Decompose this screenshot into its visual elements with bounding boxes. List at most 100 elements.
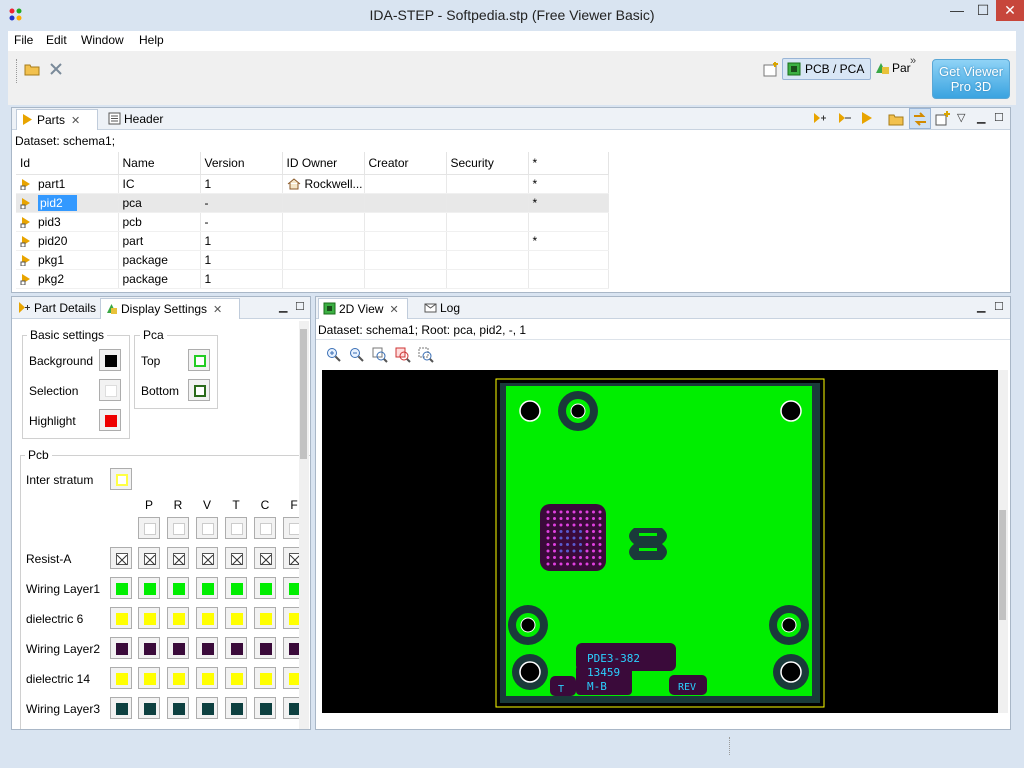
- expand-icon[interactable]: [812, 111, 826, 125]
- pcb-layer-toggle[interactable]: [138, 547, 160, 569]
- pcb-layer-toggle[interactable]: [254, 517, 276, 539]
- pcb-layer-toggle[interactable]: [196, 667, 218, 689]
- pcb-layer-toggle[interactable]: [167, 667, 189, 689]
- pcb-layer-toggle[interactable]: [196, 577, 218, 599]
- tab-header[interactable]: Header: [104, 109, 180, 130]
- close-button[interactable]: ✕: [996, 0, 1024, 21]
- pcb-layer-toggle[interactable]: [254, 697, 276, 719]
- zoom-window-icon[interactable]: [418, 347, 434, 363]
- pcb-layer-toggle[interactable]: [225, 697, 247, 719]
- pcb-layer-toggle[interactable]: [196, 697, 218, 719]
- tab-2d-view-close-icon[interactable]: ✕: [389, 304, 398, 316]
- pcb-layer-color-button[interactable]: [110, 577, 132, 599]
- pcb-layer-toggle[interactable]: [196, 607, 218, 629]
- menu-edit[interactable]: Edit: [46, 33, 67, 47]
- pcb-layer-color-button[interactable]: [110, 547, 132, 569]
- settings-scroll-thumb[interactable]: [300, 329, 307, 459]
- highlight-color-button[interactable]: [99, 409, 121, 431]
- view-scroll-thumb[interactable]: [999, 510, 1006, 620]
- open-perspective-icon[interactable]: [763, 62, 779, 78]
- pcb-layer-toggle[interactable]: [254, 667, 276, 689]
- pcb-layer-color-button[interactable]: [110, 637, 132, 659]
- pcb-layer-toggle[interactable]: [167, 697, 189, 719]
- pcb-layer-color-button[interactable]: [110, 667, 132, 689]
- col-star[interactable]: *: [528, 152, 609, 175]
- minimize-view-icon[interactable]: ▁: [977, 111, 985, 124]
- background-color-button[interactable]: [99, 349, 121, 371]
- col-creator[interactable]: Creator: [364, 152, 447, 175]
- tab-parts-close-icon[interactable]: ✕: [71, 115, 80, 127]
- more-perspectives-button[interactable]: »: [910, 55, 916, 67]
- col-security[interactable]: Security: [446, 152, 529, 175]
- close-file-icon[interactable]: [48, 61, 64, 77]
- pcb-layer-toggle[interactable]: [196, 637, 218, 659]
- inter-stratum-color-button[interactable]: [110, 468, 132, 490]
- pcb-layer-toggle[interactable]: [138, 637, 160, 659]
- new-window-icon[interactable]: [935, 111, 950, 126]
- pcb-layer-toggle[interactable]: [225, 577, 247, 599]
- pcb-layer-toggle[interactable]: [167, 637, 189, 659]
- zoom-in-icon[interactable]: [326, 347, 342, 363]
- table-row[interactable]: part1 IC 1 Rockwell... *: [16, 174, 609, 194]
- table-row[interactable]: pkg2 package 1: [16, 269, 609, 289]
- tab-2d-view[interactable]: 2D View ✕: [318, 298, 408, 319]
- pcb-2d-canvas[interactable]: PDE3-382 13459 M-B REV T: [322, 370, 998, 713]
- menu-file[interactable]: File: [14, 33, 33, 47]
- pcb-layer-toggle[interactable]: [225, 637, 247, 659]
- table-row[interactable]: pid3 pcb -: [16, 212, 609, 232]
- toolbar-grip[interactable]: [16, 59, 18, 83]
- expand-all-icon[interactable]: [837, 111, 851, 125]
- tab-display-settings[interactable]: Display Settings ✕: [100, 298, 240, 319]
- col-name[interactable]: Name: [118, 152, 201, 175]
- minimize-view-icon[interactable]: ▁: [977, 300, 985, 313]
- pcb-layer-toggle[interactable]: [254, 547, 276, 569]
- menu-window[interactable]: Window: [81, 33, 124, 47]
- minimize-view-icon[interactable]: ▁: [279, 300, 287, 313]
- pcb-layer-toggle[interactable]: [167, 607, 189, 629]
- view-scrollbar[interactable]: [998, 370, 1008, 713]
- pcb-layer-color-button[interactable]: [110, 697, 132, 719]
- pcb-layer-toggle[interactable]: [138, 697, 160, 719]
- play-icon[interactable]: [860, 111, 874, 125]
- tab-log[interactable]: Log: [420, 298, 476, 319]
- pcb-layer-toggle[interactable]: [254, 607, 276, 629]
- pcb-layer-toggle[interactable]: [138, 667, 160, 689]
- pcb-layer-toggle[interactable]: [167, 577, 189, 599]
- menu-help[interactable]: Help: [139, 33, 164, 47]
- zoom-fit-icon[interactable]: [372, 347, 388, 363]
- pcb-layer-toggle[interactable]: [254, 637, 276, 659]
- zoom-selection-icon[interactable]: [395, 347, 411, 363]
- tab-parts[interactable]: Parts ✕: [16, 109, 98, 130]
- pcb-layer-toggle[interactable]: [225, 607, 247, 629]
- pcb-layer-toggle[interactable]: [196, 517, 218, 539]
- maximize-view-icon[interactable]: ☐: [994, 300, 1004, 313]
- pcb-layer-toggle[interactable]: [225, 667, 247, 689]
- top-color-button[interactable]: [188, 349, 210, 371]
- perspective-pcb-pca[interactable]: PCB / PCA: [782, 58, 872, 80]
- pcb-layer-toggle[interactable]: [254, 577, 276, 599]
- table-row-selected[interactable]: pid2 pca - *: [16, 193, 609, 213]
- col-version[interactable]: Version: [200, 152, 283, 175]
- pcb-layer-toggle[interactable]: [138, 517, 160, 539]
- col-id-owner[interactable]: ID Owner: [282, 152, 365, 175]
- tab-display-settings-close-icon[interactable]: ✕: [213, 304, 222, 316]
- minimize-button[interactable]: —: [944, 0, 970, 21]
- pcb-layer-toggle[interactable]: [167, 517, 189, 539]
- maximize-button[interactable]: ☐: [970, 0, 996, 21]
- pcb-layer-toggle[interactable]: [167, 547, 189, 569]
- link-with-editor-button[interactable]: [909, 108, 931, 129]
- tab-part-details[interactable]: Part Details: [14, 298, 98, 319]
- folder-link-icon[interactable]: [888, 111, 904, 127]
- pcb-layer-toggle[interactable]: [138, 607, 160, 629]
- bottom-color-button[interactable]: [188, 379, 210, 401]
- get-viewer-pro-button[interactable]: Get Viewer Pro 3D: [932, 59, 1010, 99]
- open-folder-icon[interactable]: [24, 61, 40, 77]
- pcb-layer-toggle[interactable]: [138, 577, 160, 599]
- pcb-layer-color-button[interactable]: [110, 607, 132, 629]
- maximize-view-icon[interactable]: ☐: [994, 111, 1004, 124]
- pcb-layer-toggle[interactable]: [225, 517, 247, 539]
- maximize-view-icon[interactable]: ☐: [295, 300, 305, 313]
- view-menu-icon[interactable]: ▽: [957, 111, 965, 124]
- zoom-out-icon[interactable]: [349, 347, 365, 363]
- table-row[interactable]: pkg1 package 1: [16, 250, 609, 270]
